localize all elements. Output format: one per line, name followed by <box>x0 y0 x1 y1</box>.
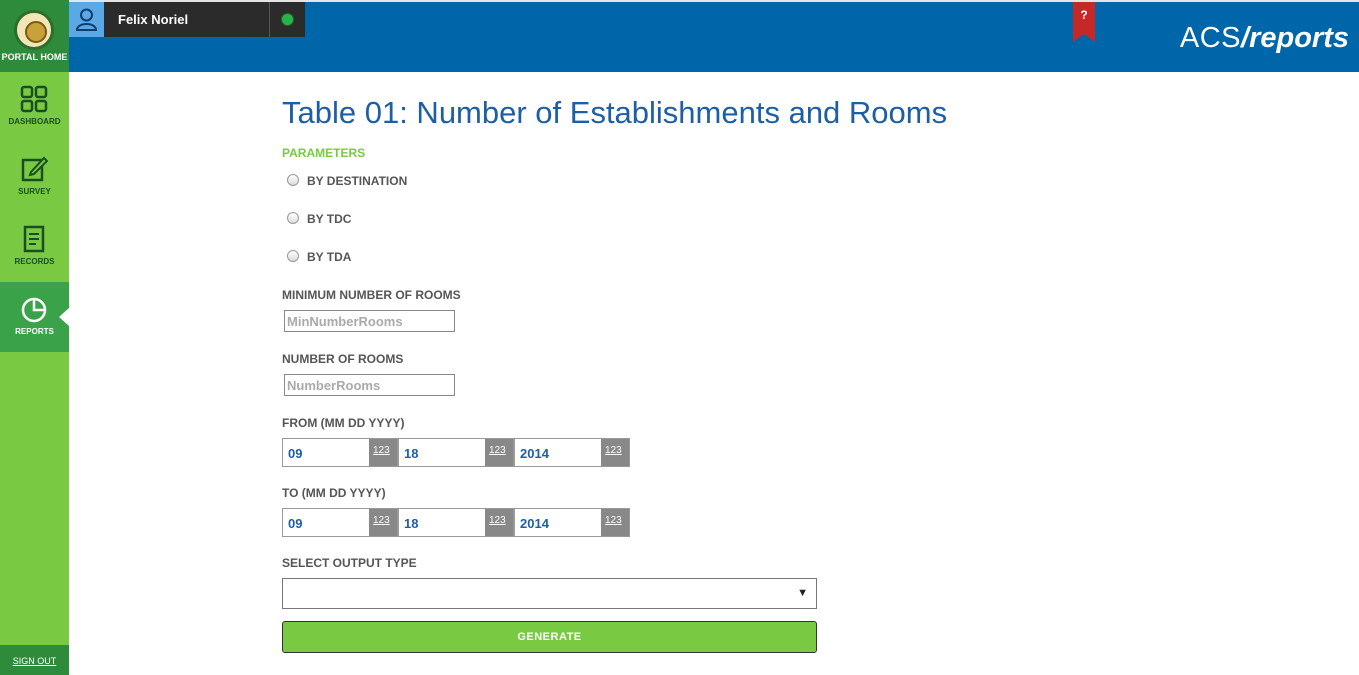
numeric-keypad-icon[interactable]: 123 <box>601 509 629 536</box>
sidebar-item-label: SURVEY <box>18 187 51 196</box>
user-silhouette-icon <box>75 8 98 31</box>
to-date-label: TO (MM DD YYYY) <box>282 486 386 500</box>
number-rooms-input[interactable] <box>284 374 455 396</box>
radio-by-tdc[interactable] <box>287 212 299 224</box>
sign-out-label: SIGN OUT <box>12 656 57 666</box>
sign-out-link[interactable]: SIGN OUT <box>0 645 69 675</box>
generate-label: GENERATE <box>517 631 582 643</box>
portal-home-label: PORTAL HOME <box>1 52 68 62</box>
edit-icon <box>21 156 48 182</box>
number-rooms-label: NUMBER OF ROOMS <box>282 352 404 366</box>
from-day-field[interactable]: 18 123 <box>398 438 514 467</box>
radio-by-tda[interactable] <box>287 250 299 262</box>
sidebar-item-reports[interactable]: REPORTS <box>0 282 69 352</box>
grid-icon <box>20 85 48 113</box>
app-brand: ACS/reports <box>1180 22 1349 55</box>
help-label: ? <box>1080 8 1088 22</box>
numeric-badge: 123 <box>373 445 390 456</box>
brand-prefix: ACS <box>1179 22 1242 54</box>
document-icon <box>23 225 45 253</box>
seal-logo-icon <box>14 10 54 50</box>
from-date-label: FROM (MM DD YYYY) <box>282 416 405 430</box>
to-date-row: 09 123 18 123 2014 123 <box>282 508 630 537</box>
from-year-value: 2014 <box>520 446 549 461</box>
numeric-keypad-icon[interactable]: 123 <box>601 439 629 466</box>
sidebar-item-records[interactable]: RECORDS <box>0 212 69 282</box>
numeric-badge: 123 <box>605 445 622 456</box>
min-rooms-label: MINIMUM NUMBER OF ROOMS <box>282 288 461 302</box>
from-year-field[interactable]: 2014 123 <box>514 438 630 467</box>
numeric-keypad-icon[interactable]: 123 <box>369 439 397 466</box>
sidebar-item-dashboard[interactable]: DASHBOARD <box>0 72 69 142</box>
radio-by-destination[interactable] <box>287 174 299 186</box>
parameters-heading: PARAMETERS <box>282 146 366 160</box>
sidebar-item-label: DASHBOARD <box>8 117 61 126</box>
user-icon[interactable] <box>69 2 104 37</box>
sidebar: PORTAL HOME DASHBOARD SURVEY RECORDS REP… <box>0 0 69 675</box>
user-name-box[interactable]: Felix Noriel <box>104 2 269 37</box>
dropdown-arrow-icon: ▼ <box>797 587 808 599</box>
numeric-keypad-icon[interactable]: 123 <box>485 509 513 536</box>
status-indicator <box>269 2 305 37</box>
to-day-field[interactable]: 18 123 <box>398 508 514 537</box>
online-status-icon <box>281 13 294 26</box>
min-rooms-input[interactable] <box>284 310 455 332</box>
numeric-badge: 123 <box>373 515 390 526</box>
sidebar-item-label: REPORTS <box>15 327 54 336</box>
radio-label: BY DESTINATION <box>307 174 408 188</box>
numeric-keypad-icon[interactable]: 123 <box>369 509 397 536</box>
portal-home-link[interactable]: PORTAL HOME <box>0 0 69 72</box>
numeric-keypad-icon[interactable]: 123 <box>485 439 513 466</box>
sidebar-item-survey[interactable]: SURVEY <box>0 142 69 212</box>
page-title: Table 01: Number of Establishments and R… <box>282 95 948 130</box>
to-year-value: 2014 <box>520 516 549 531</box>
numeric-badge: 123 <box>489 445 506 456</box>
from-date-row: 09 123 18 123 2014 123 <box>282 438 630 467</box>
radio-label: BY TDC <box>307 212 352 226</box>
from-month-field[interactable]: 09 123 <box>282 438 398 467</box>
generate-button[interactable]: GENERATE <box>282 621 817 653</box>
top-header: Felix Noriel ? ACS/reports <box>69 0 1359 72</box>
pie-chart-icon <box>21 297 47 323</box>
from-month-value: 09 <box>288 446 303 461</box>
to-day-value: 18 <box>404 516 419 531</box>
brand-suffix: /reports <box>1241 22 1349 54</box>
numeric-badge: 123 <box>605 515 622 526</box>
help-button[interactable]: ? <box>1073 2 1095 42</box>
numeric-badge: 123 <box>489 515 506 526</box>
to-month-value: 09 <box>288 516 303 531</box>
output-type-label: SELECT OUTPUT TYPE <box>282 556 417 570</box>
user-name: Felix Noriel <box>118 12 189 27</box>
sidebar-item-label: RECORDS <box>14 257 55 266</box>
output-type-select[interactable]: ▼ <box>282 578 817 609</box>
to-year-field[interactable]: 2014 123 <box>514 508 630 537</box>
to-month-field[interactable]: 09 123 <box>282 508 398 537</box>
radio-label: BY TDA <box>307 250 352 264</box>
from-day-value: 18 <box>404 446 419 461</box>
